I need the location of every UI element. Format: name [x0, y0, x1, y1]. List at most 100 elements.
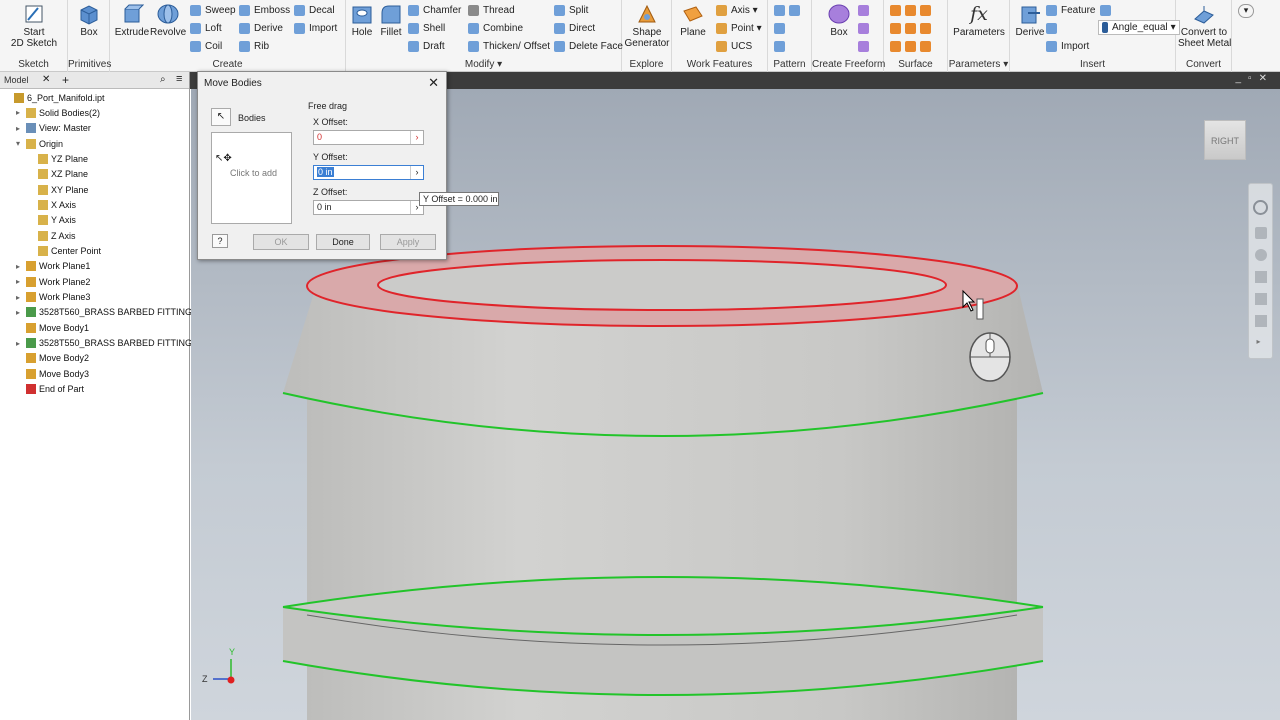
thicken-offset-button[interactable]: Thicken/ Offset	[468, 38, 550, 54]
box-primitive-button[interactable]: Box	[72, 3, 106, 38]
combine-button[interactable]: Combine	[468, 20, 523, 36]
freeform-tool-1[interactable]	[858, 2, 873, 18]
tree-item[interactable]: Move Body3	[16, 366, 89, 381]
start-2d-sketch-button[interactable]: Start 2D Sketch	[6, 3, 62, 49]
tree-item[interactable]: Z Axis	[28, 228, 76, 243]
import-insert-button[interactable]: Import	[1046, 38, 1089, 54]
revolve-button[interactable]: Revolve	[150, 3, 186, 38]
expand-toggle-icon[interactable]: ▸	[16, 277, 24, 286]
browser-menu-icon[interactable]: ≡	[176, 73, 182, 85]
tree-item[interactable]: ▸ Work Plane2	[16, 274, 90, 289]
window-controls[interactable]: _▫✕	[1236, 73, 1275, 84]
thicken-surface-icon[interactable]	[890, 4, 901, 16]
tree-item[interactable]: X Axis	[28, 197, 76, 212]
view-face-icon[interactable]	[1254, 315, 1267, 327]
tree-item[interactable]: Center Point	[28, 244, 101, 259]
tree-item[interactable]: YZ Plane	[28, 151, 88, 166]
tree-item[interactable]: End of Part	[16, 382, 84, 397]
replace-face-icon[interactable]	[905, 40, 916, 52]
sweep-button[interactable]: Sweep	[190, 2, 236, 18]
parameter-dropdown[interactable]: Angle_equal ▾	[1098, 20, 1180, 35]
plane-button[interactable]: Plane	[676, 3, 710, 38]
shell-button[interactable]: Shell	[408, 20, 445, 36]
loft-button[interactable]: Loft	[190, 20, 222, 36]
axis-button[interactable]: Axis ▾	[716, 2, 758, 18]
apply-button[interactable]: Apply	[380, 234, 436, 250]
parameters-button[interactable]: fx Parameters	[952, 3, 1006, 38]
fillet-button[interactable]: Fillet	[376, 3, 406, 38]
point-button[interactable]: Point ▾	[716, 20, 762, 36]
tree-item[interactable]: Y Axis	[28, 213, 76, 228]
look-at-icon[interactable]	[1254, 293, 1267, 305]
insert-tool[interactable]	[1046, 20, 1061, 36]
add-tab-icon[interactable]: +	[62, 73, 69, 87]
feature-button[interactable]: Feature	[1046, 2, 1095, 18]
bodies-list[interactable]: ↖✥ Click to add	[211, 132, 292, 224]
view-cube[interactable]: RIGHT	[1204, 120, 1246, 160]
decal-button[interactable]: Decal	[294, 2, 335, 18]
orbit-icon[interactable]	[1254, 271, 1267, 283]
x-offset-input[interactable]: 0 ›	[313, 130, 424, 145]
chevron-right-icon[interactable]: ›	[410, 131, 423, 144]
tree-item[interactable]: 6_Port_Manifold.ipt	[4, 90, 105, 105]
tree-item[interactable]: ▾ Origin	[16, 136, 63, 151]
ok-button[interactable]: OK	[253, 234, 309, 250]
split-button[interactable]: Split	[554, 2, 588, 18]
expand-toggle-icon[interactable]: ▸	[16, 339, 24, 348]
chevron-right-icon[interactable]: ›	[410, 166, 423, 179]
coil-button[interactable]: Coil	[190, 38, 222, 54]
derive-button[interactable]: Derive	[239, 20, 283, 36]
draft-button[interactable]: Draft	[408, 38, 445, 54]
freeform-box-button[interactable]: Box	[824, 3, 854, 38]
circular-pattern-button[interactable]	[774, 20, 789, 36]
shape-generator-button[interactable]: Shape Generator	[624, 3, 670, 49]
expand-toggle-icon[interactable]: ▸	[16, 293, 24, 302]
expand-toggle-icon[interactable]: ▸	[16, 124, 24, 133]
model-tab[interactable]: Model	[4, 75, 29, 85]
tree-item[interactable]: ▸ Work Plane1	[16, 259, 90, 274]
ilogic-button[interactable]	[1100, 2, 1115, 18]
tree-item[interactable]: Move Body2	[16, 351, 89, 366]
repair-bodies-icon[interactable]	[920, 40, 931, 52]
tree-item[interactable]: ▸ View: Master	[16, 121, 91, 136]
zoom-icon[interactable]	[1254, 249, 1267, 261]
rectangular-pattern-button[interactable]	[774, 2, 804, 18]
bodies-select-button[interactable]: ↖	[211, 108, 231, 126]
chamfer-button[interactable]: Chamfer	[408, 2, 461, 18]
tree-item[interactable]: ▸ Solid Bodies(2)	[16, 105, 100, 120]
steering-wheel-icon[interactable]	[1253, 200, 1268, 215]
patch-icon[interactable]	[920, 4, 931, 16]
thread-button[interactable]: Thread	[468, 2, 515, 18]
expand-toggle-icon[interactable]: ▸	[16, 108, 24, 117]
extrude-button[interactable]: Extrude	[114, 3, 150, 38]
done-button[interactable]: Done	[316, 234, 370, 250]
help-icon[interactable]: ?	[212, 234, 228, 248]
stitch-icon[interactable]	[905, 4, 916, 16]
sketch-pattern-button[interactable]	[774, 38, 789, 54]
tree-item[interactable]: Move Body1	[16, 320, 89, 335]
mirror-icon[interactable]	[789, 4, 800, 16]
delete-face-button[interactable]: Delete Face	[554, 38, 623, 54]
derive-insert-button[interactable]: Derive	[1014, 3, 1046, 38]
extend-icon[interactable]	[920, 22, 931, 34]
expand-toggle-icon[interactable]: ▾	[16, 139, 24, 148]
tree-item[interactable]: XY Plane	[28, 182, 88, 197]
y-offset-input[interactable]: 0 in ›	[313, 165, 424, 180]
move-mode-label[interactable]: Free drag	[308, 101, 347, 111]
parameters-group-title[interactable]: Parameters ▾	[948, 59, 1009, 70]
modify-group-title[interactable]: Modify ▾	[346, 59, 621, 70]
emboss-button[interactable]: Emboss	[239, 2, 290, 18]
expand-toggle-icon[interactable]: ▸	[16, 308, 24, 317]
rib-button[interactable]: Rib	[239, 38, 269, 54]
ucs-button[interactable]: UCS	[716, 38, 752, 54]
sculpt-icon[interactable]	[890, 22, 901, 34]
freeform-tool-2[interactable]	[858, 20, 873, 36]
ruled-surface-icon[interactable]	[890, 40, 901, 52]
convert-to-sheet-metal-button[interactable]: Convert to Sheet Metal	[1178, 3, 1231, 49]
ribbon-options-button[interactable]: ▾	[1238, 4, 1254, 18]
tree-item[interactable]: ▸ Work Plane3	[16, 290, 90, 305]
close-tab-icon[interactable]: ✕	[42, 74, 50, 85]
trim-icon[interactable]	[905, 22, 916, 34]
direct-button[interactable]: Direct	[554, 20, 595, 36]
expand-toggle-icon[interactable]: ▸	[16, 262, 24, 271]
